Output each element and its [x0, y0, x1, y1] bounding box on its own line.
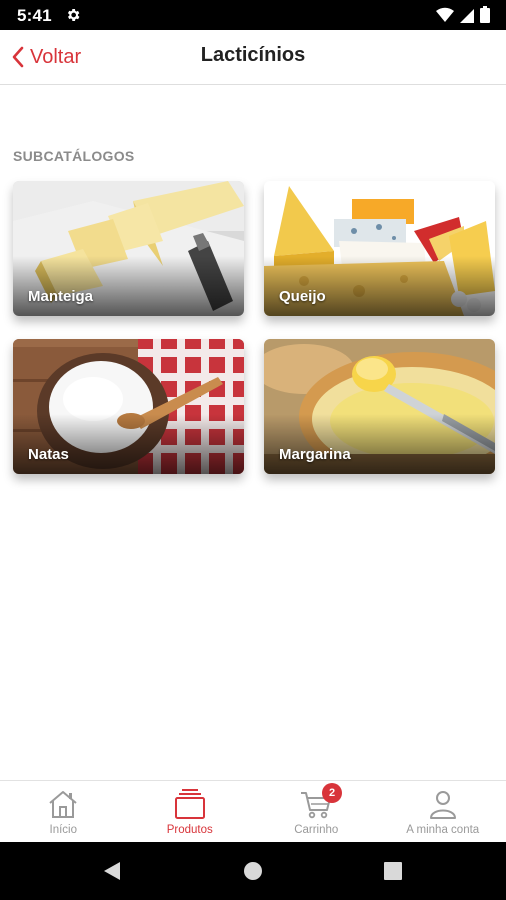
nav-item-minha-conta[interactable]: A minha conta	[380, 781, 506, 842]
nav-item-carrinho[interactable]: Carrinho	[253, 781, 380, 842]
products-icon	[174, 789, 205, 819]
nav-label: Início	[49, 824, 78, 836]
battery-icon	[480, 6, 490, 23]
back-triangle-icon[interactable]	[102, 861, 122, 881]
subcatalog-label: Queijo	[279, 288, 326, 305]
app-header: Voltar Lacticínios	[0, 30, 506, 85]
recents-square-icon[interactable]	[383, 861, 403, 881]
subcatalog-card-natas[interactable]: Natas	[13, 339, 244, 474]
settings-gear-icon	[67, 9, 80, 21]
subcatalog-label: Manteiga	[28, 288, 94, 305]
home-circle-icon[interactable]	[243, 861, 263, 881]
wifi-icon	[436, 7, 454, 22]
nav-label: A minha conta	[406, 824, 480, 836]
system-navigation-bar	[0, 842, 506, 900]
nav-item-inicio[interactable]: Início	[0, 781, 127, 842]
nav-label: Carrinho	[294, 824, 339, 836]
signal-icon	[460, 8, 474, 23]
home-icon	[49, 791, 77, 818]
bottom-navigation: Início Produtos Carrinho A minha conta	[0, 780, 506, 842]
subcatalog-label: Margarina	[279, 446, 351, 463]
section-title: SUBCATÁLOGOS	[13, 148, 135, 164]
page-title: Lacticínios	[200, 44, 306, 66]
cart-count-badge: 2	[322, 783, 342, 803]
status-bar: 5:41	[0, 0, 506, 30]
subcatalog-card-manteiga[interactable]: Manteiga	[13, 181, 244, 316]
user-icon	[429, 791, 456, 819]
subcatalog-card-queijo[interactable]: Queijo	[264, 181, 495, 316]
nav-label: Produtos	[166, 824, 213, 836]
subcatalog-label: Natas	[28, 446, 69, 463]
subcatalog-card-margarina[interactable]: Margarina	[264, 339, 495, 474]
nav-item-produtos[interactable]: Produtos	[127, 781, 254, 842]
status-right-icons	[436, 6, 490, 23]
status-time: 5:41	[17, 6, 52, 25]
